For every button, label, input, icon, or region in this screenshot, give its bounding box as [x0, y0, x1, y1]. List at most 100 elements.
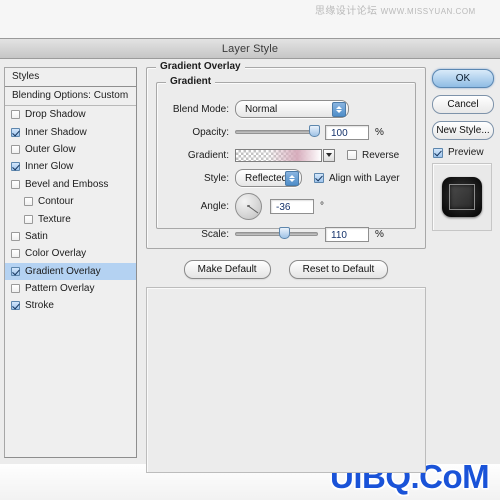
effect-checkbox[interactable]: [11, 284, 20, 294]
effect-row[interactable]: Texture: [5, 210, 136, 227]
angle-input[interactable]: -36: [270, 198, 314, 214]
preview-checkbox[interactable]: [433, 147, 443, 158]
styles-panel: Styles Blending Options: Custom Drop Sha…: [4, 67, 137, 458]
scale-unit: %: [375, 228, 384, 240]
scale-row: Scale: 110 %: [157, 224, 415, 244]
effect-row[interactable]: Stroke: [5, 297, 136, 314]
blend-mode-row: Blend Mode: Normal: [157, 99, 415, 119]
effect-label: Gradient Overlay: [25, 265, 101, 277]
effect-checkbox[interactable]: [11, 162, 20, 172]
ok-button[interactable]: OK: [432, 69, 494, 88]
effects-list: Drop Shadow Inner Shadow Outer Glow Inner G…: [5, 106, 136, 457]
gradient-overlay-legend: Gradient Overlay: [156, 61, 245, 72]
dialog-titlebar: Layer Style: [0, 39, 500, 59]
angle-row: Angle: -36 °: [157, 191, 415, 221]
opacity-slider-thumb[interactable]: [309, 125, 320, 137]
reset-to-default-button[interactable]: Reset to Default: [288, 260, 389, 279]
angle-label: Angle:: [200, 200, 229, 212]
effect-checkbox[interactable]: [11, 127, 20, 137]
align-with-layer-checkbox[interactable]: [314, 173, 324, 183]
blending-options-row[interactable]: Blending Options: Custom: [5, 87, 136, 106]
align-with-layer-label: Align with Layer: [329, 172, 400, 184]
effect-row[interactable]: Drop Shadow: [5, 106, 136, 123]
dialog-body: Styles Blending Options: Custom Drop Sha…: [0, 59, 500, 473]
gradient-overlay-group: Gradient Overlay Gradient Blend Mode: No…: [146, 61, 426, 249]
gradient-row: Gradient: Reverse: [157, 145, 415, 165]
effect-row[interactable]: Outer Glow: [5, 141, 136, 158]
opacity-label: Opacity:: [192, 126, 229, 138]
effect-checkbox[interactable]: [11, 144, 20, 154]
angle-dial[interactable]: [235, 192, 262, 220]
effect-checkbox[interactable]: [11, 301, 20, 311]
angle-dial-hub: [247, 204, 250, 208]
effect-row[interactable]: Gradient Overlay: [5, 262, 136, 280]
effect-checkbox[interactable]: [24, 197, 33, 207]
effect-label: Stroke: [25, 300, 54, 312]
watermark-top-url: WWW.MISSYUAN.COM: [380, 7, 476, 16]
updown-arrows-icon: [332, 102, 346, 117]
screenshot-root: 思缘设计论坛 WWW.MISSYUAN.COM UiBQ.CoM Layer S…: [0, 0, 500, 500]
effect-checkbox[interactable]: [24, 214, 33, 224]
effect-checkbox[interactable]: [11, 110, 20, 120]
angle-dial-needle: [248, 206, 258, 214]
opacity-slider[interactable]: [235, 125, 320, 139]
gradient-style-value: Reflected: [245, 172, 288, 184]
default-buttons-row: Make Default Reset to Default: [146, 260, 426, 279]
angle-unit: °: [320, 200, 324, 212]
updown-arrows-icon: [285, 171, 299, 186]
effect-checkbox[interactable]: [11, 231, 20, 241]
effect-row[interactable]: Contour: [5, 193, 136, 210]
layer-style-dialog: Layer Style Styles Blending Options: Cus…: [0, 38, 500, 473]
gradient-swatch[interactable]: [235, 148, 322, 162]
opacity-unit: %: [375, 126, 384, 138]
effect-row[interactable]: Satin: [5, 228, 136, 245]
actions-column: OK Cancel New Style... Preview: [432, 67, 494, 458]
scale-label: Scale:: [201, 228, 229, 240]
effect-label: Pattern Overlay: [25, 283, 95, 295]
reverse-checkbox[interactable]: [347, 150, 357, 160]
preview-thumbnail-inner: [449, 184, 475, 210]
gradient-picker-chevron-down-icon[interactable]: [323, 148, 335, 162]
opacity-slider-track: [235, 130, 318, 134]
preview-label: Preview: [448, 147, 484, 158]
opacity-row: Opacity: 100 %: [157, 122, 415, 142]
effect-label: Color Overlay: [25, 248, 87, 260]
effect-row[interactable]: Color Overlay: [5, 245, 136, 262]
settings-column: Gradient Overlay Gradient Blend Mode: No…: [146, 61, 426, 473]
effect-label: Satin: [25, 230, 48, 242]
cancel-button[interactable]: Cancel: [432, 95, 494, 114]
scale-slider-track: [235, 232, 318, 236]
effect-row[interactable]: Pattern Overlay: [5, 280, 136, 297]
settings-empty-area: [146, 287, 426, 473]
blend-mode-select[interactable]: Normal: [235, 100, 349, 118]
make-default-button[interactable]: Make Default: [183, 260, 271, 279]
effect-label: Texture: [38, 213, 71, 225]
opacity-input[interactable]: 100: [325, 124, 369, 140]
gradient-style-select[interactable]: Reflected: [235, 169, 302, 187]
gradient-legend: Gradient: [166, 76, 216, 87]
watermark-top-cn: 思缘设计论坛: [315, 6, 378, 17]
blend-mode-value: Normal: [245, 103, 278, 115]
style-label: Style:: [203, 172, 229, 184]
blend-mode-label: Blend Mode:: [172, 103, 229, 115]
effect-row[interactable]: Inner Shadow: [5, 123, 136, 140]
scale-input[interactable]: 110: [325, 226, 369, 242]
effect-label: Drop Shadow: [25, 109, 86, 121]
gradient-label: Gradient:: [187, 149, 229, 161]
styles-panel-header[interactable]: Styles: [5, 68, 136, 87]
preview-row: Preview: [433, 147, 494, 158]
effect-label: Inner Shadow: [25, 126, 87, 138]
effect-checkbox[interactable]: [11, 179, 20, 189]
effect-row[interactable]: Inner Glow: [5, 158, 136, 175]
new-style-button[interactable]: New Style...: [432, 121, 494, 140]
reverse-label: Reverse: [362, 149, 400, 161]
watermark-top: 思缘设计论坛 WWW.MISSYUAN.COM: [315, 2, 476, 17]
preview-thumbnail-art: [442, 177, 482, 217]
dialog-title: Layer Style: [221, 42, 279, 55]
effect-checkbox[interactable]: [11, 249, 20, 259]
effect-row[interactable]: Bevel and Emboss: [5, 176, 136, 193]
scale-slider-thumb[interactable]: [278, 227, 290, 239]
effect-checkbox[interactable]: [11, 266, 20, 276]
scale-slider[interactable]: [235, 227, 318, 241]
gradient-group: Gradient Blend Mode: Normal Opacity: 100…: [156, 76, 416, 242]
